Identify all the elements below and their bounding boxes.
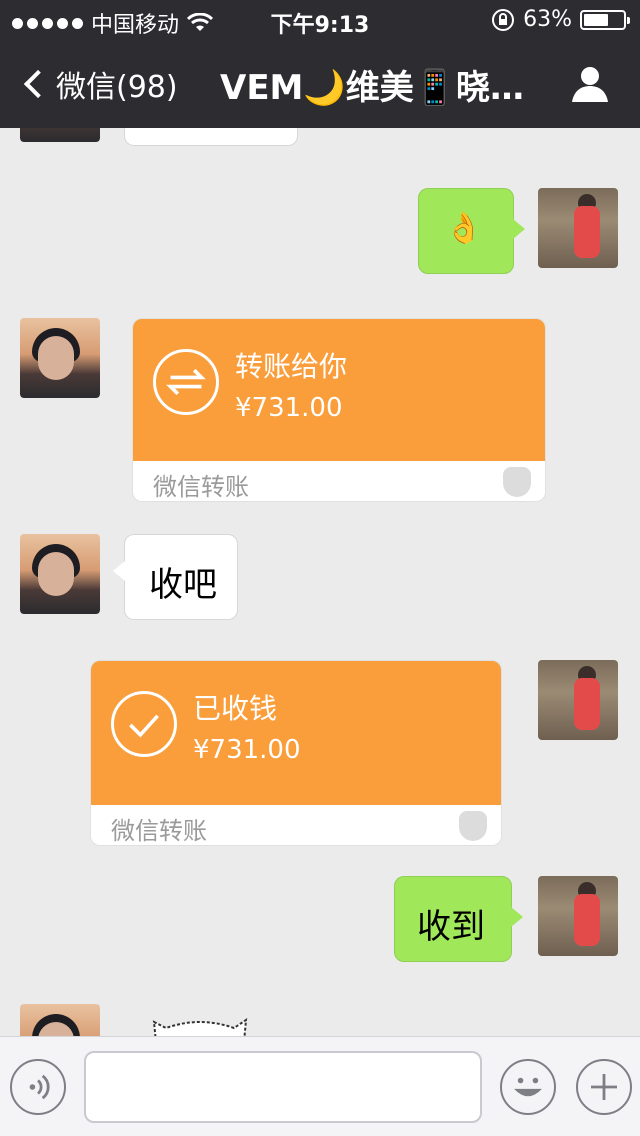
message-text: 收吧 xyxy=(149,565,217,605)
rotation-lock-icon xyxy=(492,8,515,31)
chat-title: VEM🌙维美📱晓… xyxy=(220,68,525,108)
transfer-amount: ¥731.00 xyxy=(193,735,301,765)
self-avatar[interactable] xyxy=(538,660,618,740)
self-avatar[interactable] xyxy=(538,188,618,268)
contact-avatar[interactable] xyxy=(20,1004,100,1036)
person-icon[interactable] xyxy=(570,64,610,104)
message-text: 收到 xyxy=(417,907,485,947)
self-avatar[interactable] xyxy=(538,876,618,956)
back-label: 微信(98) xyxy=(56,70,178,105)
message-bubble-take-it[interactable]: 收吧 xyxy=(113,534,238,620)
contact-avatar[interactable] xyxy=(20,534,100,614)
message-bubble[interactable] xyxy=(124,128,298,146)
transfer-card-received[interactable]: 已收钱 ¥731.00 微信转账 xyxy=(90,660,502,846)
ok-emoji-text: 👌 xyxy=(445,211,483,246)
status-bar: 中国移动 下午9:13 63% xyxy=(0,0,640,40)
battery-percent: 63% xyxy=(523,7,572,32)
battery-icon xyxy=(580,9,630,30)
transfer-footer-label: 微信转账 xyxy=(153,473,249,501)
transfer-title: 已收钱 xyxy=(193,692,278,725)
nav-bar: 微信(98) VEM🌙维美📱晓… xyxy=(0,40,640,128)
checkmark-icon xyxy=(111,691,177,757)
transfer-title: 转账给你 xyxy=(235,350,348,383)
top-bar: 中国移动 下午9:13 63% 微信(98) VEM🌙维美📱晓… xyxy=(0,0,640,128)
transfer-card-footer: 微信转账 xyxy=(133,461,545,501)
cat-sticker[interactable] xyxy=(152,1014,248,1036)
transfer-card-footer: 微信转账 xyxy=(91,805,501,845)
message-bubble-received[interactable]: 收到 xyxy=(394,876,523,962)
chat-area[interactable]: 👌 转账给你 ¥731.00 微信转账 收吧 已收钱 ¥731.00 微信转账 … xyxy=(0,128,640,1036)
contact-avatar[interactable] xyxy=(20,128,100,142)
message-input[interactable] xyxy=(84,1051,482,1123)
shield-icon xyxy=(459,811,487,841)
transfer-arrows-icon xyxy=(153,349,219,415)
transfer-footer-label: 微信转账 xyxy=(111,817,207,845)
back-button[interactable]: 微信(98) xyxy=(18,62,178,106)
contact-avatar[interactable] xyxy=(20,318,100,398)
chevron-left-icon xyxy=(23,69,53,99)
transfer-card-header: 已收钱 ¥731.00 xyxy=(91,661,501,805)
status-right: 63% xyxy=(491,7,630,32)
transfer-amount: ¥731.00 xyxy=(235,393,343,423)
message-bubble-ok[interactable]: 👌 xyxy=(418,188,525,274)
voice-icon[interactable] xyxy=(10,1059,66,1115)
transfer-card-header: 转账给你 ¥731.00 xyxy=(133,319,545,461)
plus-icon[interactable] xyxy=(576,1059,632,1115)
transfer-card-incoming[interactable]: 转账给你 ¥731.00 微信转账 xyxy=(132,318,546,502)
shield-icon xyxy=(503,467,531,497)
input-bar xyxy=(0,1036,640,1136)
smiley-icon[interactable] xyxy=(500,1059,556,1115)
